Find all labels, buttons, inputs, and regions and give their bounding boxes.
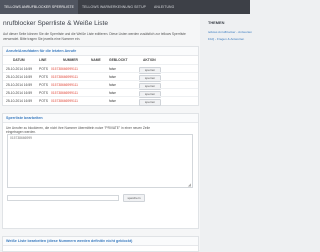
tab-sperrliste[interactable]: TELLOWS ANRUFBLOCKER SPERRLISTE — [0, 0, 78, 14]
blocklist-textarea-value: 015738666999 — [10, 136, 33, 140]
calls-table-header: DATUM LINE NUMMER NAME GEBLOCKT AKTION — [3, 56, 198, 64]
sidebar-title: THEMEN — [208, 20, 225, 25]
col-line: LINE — [39, 58, 47, 62]
call-date: 25-10-2014 16:59 — [6, 99, 33, 103]
recent-calls-panel: Anrufe/Anrufdaten für die letzten Anrufe… — [2, 46, 199, 106]
col-geblockt: GEBLOCKT — [109, 58, 128, 62]
page-title: nrufblocker Sperrliste & Weiße Liste — [3, 20, 109, 27]
whitelist-title: Weiße Liste bearbeiten (diese Nummern we… — [3, 237, 198, 246]
block-button[interactable]: sperren — [139, 98, 161, 106]
recent-calls-title: Anrufe/Anrufdaten für die letzten Anrufe — [3, 47, 198, 56]
blocklist-save-row: speichern — [7, 194, 167, 202]
call-blocked: false — [109, 99, 116, 103]
top-navigation: TELLOWS ANRUFBLOCKER SPERRLISTE TELLOWS … — [0, 0, 250, 14]
col-nummer: NUMMER — [63, 58, 78, 62]
sidebar: THEMEN tellows Anrufblocker - Antworten … — [208, 14, 252, 250]
save-button[interactable]: speichern — [123, 194, 145, 202]
blocklist-title: Sperrliste bearbeiten — [3, 114, 198, 123]
call-line: POTS — [39, 99, 48, 103]
blocklist-panel: Sperrliste bearbeiten Um Anrufer zu bloc… — [2, 113, 199, 229]
tab-warnerkennung-setup[interactable]: TELLOWS WARNERKENNUNG SETUP — [78, 5, 150, 9]
tab-anleitung[interactable]: ANLEITUNG — [150, 5, 178, 9]
resize-handle-icon[interactable]: ◢ — [188, 182, 191, 187]
sidebar-link-antworten[interactable]: tellows Anrufblocker - Antworten — [208, 30, 252, 34]
blocklist-entry-input[interactable] — [7, 195, 119, 201]
col-datum: DATUM — [13, 58, 25, 62]
table-row: 25-10-2014 16:59 POTS 015738666999111 fa… — [3, 96, 198, 106]
call-number: 015738666999111 — [51, 99, 79, 103]
main-content: nrufblocker Sperrliste & Weiße Liste Auf… — [0, 14, 200, 252]
col-aktion: AKTION — [143, 58, 156, 62]
sidebar-link-faq[interactable]: FAQ - Fragen & Antworten — [208, 37, 244, 41]
col-name: NAME — [91, 58, 101, 62]
blocklist-textarea[interactable]: 015738666999 ◢ — [7, 134, 193, 188]
intro-text: Auf dieser Seite können Sie die Sperrlis… — [3, 32, 186, 41]
